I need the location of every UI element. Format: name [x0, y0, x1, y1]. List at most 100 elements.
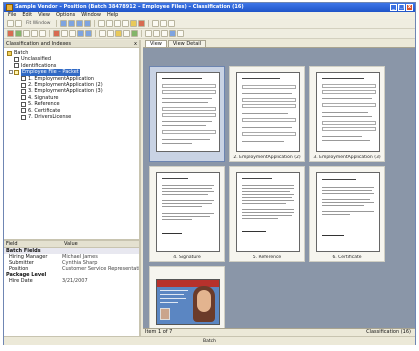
page-thumbnail[interactable]: 3. EmploymentApplication (3) [309, 66, 385, 162]
bottom-panel-tab[interactable]: Batch [4, 336, 415, 345]
viewer-status-bar: Item 1 of 7 Classification (16) [143, 328, 415, 336]
classification-status: Classification (16) [366, 329, 411, 335]
search-icon[interactable] [99, 30, 106, 37]
save-icon[interactable] [7, 20, 14, 27]
menu-window[interactable]: Window [81, 12, 101, 19]
close-button[interactable]: x [406, 4, 413, 11]
page-thumbnail[interactable]: 2. EmploymentApplication (2) [229, 66, 305, 162]
print-icon[interactable] [15, 20, 22, 27]
app-icon [6, 4, 13, 11]
toolbar-separator [49, 30, 50, 37]
form-page [316, 72, 380, 152]
menu-bar: File Edit View Options Window Help [4, 12, 415, 19]
highlight-icon[interactable] [115, 30, 122, 37]
scan-icon[interactable] [107, 30, 114, 37]
list-view-icon[interactable] [160, 20, 168, 27]
settings-icon[interactable] [169, 30, 176, 37]
window-title: Sample Vendor – Position (Batch 38478912… [15, 4, 244, 10]
field-column-header[interactable]: Field [4, 241, 62, 247]
pane-title: Classification and Indexes [6, 41, 71, 47]
form-page [156, 72, 220, 152]
classification-pane-header: Classification and Indexes x [4, 40, 139, 48]
text-page [316, 172, 380, 252]
collapse-icon[interactable] [9, 70, 13, 75]
next-page-icon[interactable] [76, 20, 84, 27]
merge-icon[interactable] [39, 30, 46, 37]
text-page [236, 172, 300, 252]
pane-close-button[interactable]: x [134, 40, 137, 48]
document-icon [21, 76, 26, 82]
menu-help[interactable]: Help [107, 12, 118, 19]
cut-icon[interactable] [53, 30, 60, 37]
annotate-icon[interactable] [130, 20, 138, 27]
sort-icon[interactable] [161, 30, 168, 37]
menu-file[interactable]: File [8, 12, 16, 19]
maximize-button[interactable]: □ [398, 4, 405, 11]
toolbar-separator [95, 30, 96, 37]
menu-view[interactable]: View [38, 12, 50, 19]
index-icon[interactable] [145, 30, 152, 37]
form-page [236, 72, 300, 152]
new-document-icon[interactable] [23, 30, 30, 37]
document-icon [21, 108, 26, 114]
zoom-out-icon[interactable] [106, 20, 114, 27]
properties-grid: Field Value Batch Fields Hiring Manager … [4, 241, 139, 284]
value-column-header[interactable]: Value [62, 241, 78, 247]
toolbar-separator [148, 20, 150, 27]
menu-options[interactable]: Options [56, 12, 75, 19]
document-icon [14, 63, 19, 69]
rotate-left-icon[interactable] [114, 20, 122, 27]
secondary-toolbar [4, 29, 415, 39]
validate-icon[interactable] [131, 30, 138, 37]
main-toolbar: Fit Window [4, 19, 415, 29]
delete-icon[interactable] [138, 20, 146, 27]
menu-edit[interactable]: Edit [22, 12, 32, 19]
previous-page-icon[interactable] [68, 20, 76, 27]
paste-icon[interactable] [69, 30, 76, 37]
move-down-icon[interactable] [85, 30, 92, 37]
first-page-icon[interactable] [60, 20, 68, 27]
details-view-icon[interactable] [168, 20, 176, 27]
properties-header: Field Value [4, 241, 139, 248]
folder-icon [7, 50, 12, 56]
copy-icon[interactable] [61, 30, 68, 37]
minimize-button[interactable]: _ [390, 4, 397, 11]
toolbar-separator [141, 30, 142, 37]
property-row[interactable]: Hire Date 3/21/2007 [4, 278, 139, 284]
classify-icon[interactable] [153, 30, 160, 37]
split-icon[interactable] [31, 30, 38, 37]
page-thumbnail[interactable] [149, 266, 225, 328]
zoom-dropdown[interactable]: Fit Window [23, 21, 53, 26]
tab-view[interactable]: View [145, 40, 167, 47]
image-icon[interactable] [123, 30, 130, 37]
title-bar: Sample Vendor – Position (Batch 38478912… [4, 3, 415, 12]
folder-icon [14, 69, 19, 75]
zoom-in-icon[interactable] [98, 20, 106, 27]
page-thumbnail[interactable]: 4. Signature [149, 166, 225, 262]
document-icon [14, 57, 19, 63]
reject-icon[interactable] [7, 30, 14, 37]
window-controls: _ □ x [390, 4, 413, 11]
document-icon [21, 89, 26, 95]
document-viewer-pane: View View Detail 2. EmploymentApplicatio… [143, 40, 415, 336]
tab-view-detail[interactable]: View Detail [167, 40, 207, 47]
classification-pane: Classification and Indexes x Batch Uncla… [4, 40, 141, 336]
page-thumbnail[interactable]: 5. Reference [229, 166, 305, 262]
document-tree: Batch Unclassified Identifications Emplo… [4, 48, 139, 120]
page-thumbnail[interactable]: 6. Certificate [309, 166, 385, 262]
viewer-tabs: View View Detail [143, 40, 415, 48]
tree-node-document[interactable]: 7. DriversLicense [7, 114, 139, 120]
export-icon[interactable] [177, 30, 184, 37]
text-page [156, 172, 220, 252]
move-up-icon[interactable] [77, 30, 84, 37]
page-thumbnail[interactable] [149, 66, 225, 162]
application-window: Sample Vendor – Position (Batch 38478912… [3, 2, 416, 345]
last-page-icon[interactable] [84, 20, 92, 27]
grid-view-icon[interactable] [152, 20, 160, 27]
rotate-right-icon[interactable] [122, 20, 130, 27]
document-icon [21, 82, 26, 88]
drivers-license-image [156, 279, 220, 325]
thumbnail-viewer: 2. EmploymentApplication (2) 3. Employme… [143, 48, 415, 328]
accept-icon[interactable] [15, 30, 22, 37]
document-icon [21, 101, 26, 107]
